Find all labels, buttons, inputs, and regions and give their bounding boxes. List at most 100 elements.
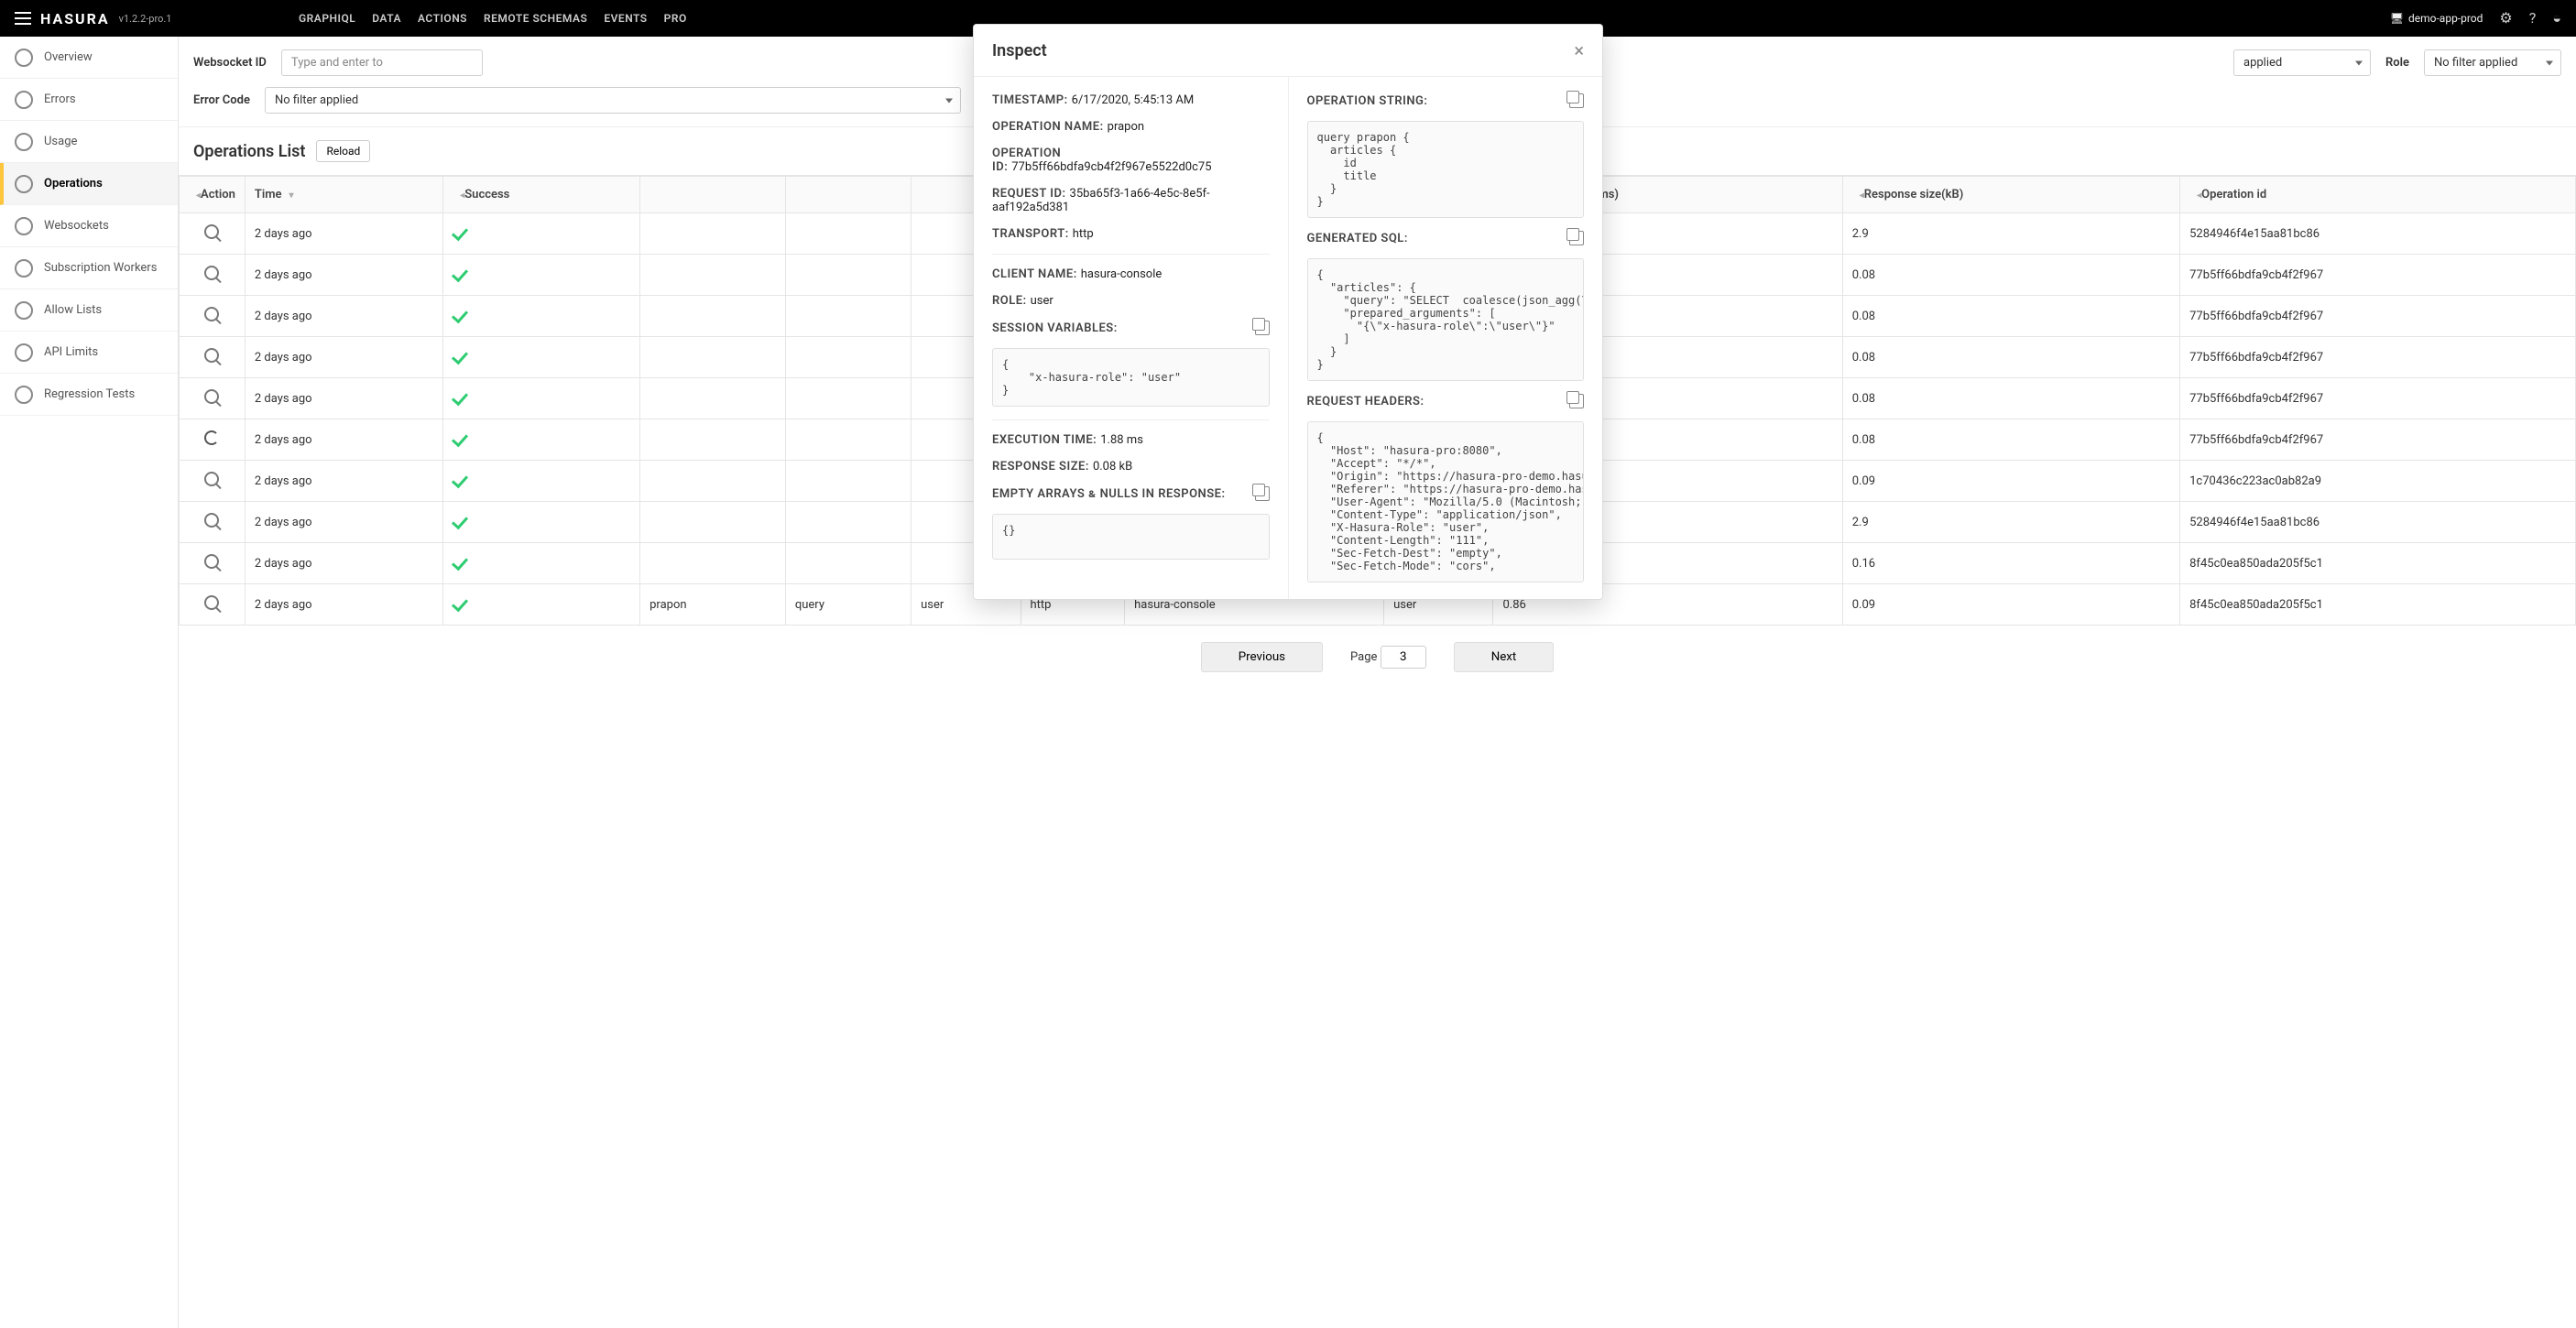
copy-icon[interactable] (1255, 321, 1270, 335)
sidebar-item-label: Overview (44, 50, 93, 64)
name-cell (640, 213, 786, 255)
column-header[interactable] (640, 177, 786, 213)
search-icon[interactable] (204, 472, 219, 486)
sidebar-item[interactable]: Regression Tests (0, 374, 178, 416)
modal-title: Inspect (992, 41, 1047, 60)
sidebar-item[interactable]: API Limits (0, 332, 178, 374)
close-icon[interactable]: × (1574, 39, 1584, 61)
search-icon[interactable] (204, 266, 219, 280)
column-header[interactable]: ◂Success (443, 177, 640, 213)
copy-icon[interactable] (1569, 394, 1584, 408)
error-code-label: Error Code (193, 93, 250, 107)
action-cell (180, 378, 246, 419)
type-cell (785, 255, 911, 296)
settings-icon[interactable]: ⚙ (2499, 11, 2512, 26)
copy-icon[interactable] (1569, 93, 1584, 108)
column-header[interactable] (785, 177, 911, 213)
sidebar-item[interactable]: Overview (0, 37, 178, 79)
time-cell: 2 days ago (245, 378, 442, 419)
topnav-item[interactable]: DATA (372, 12, 401, 25)
sidebar-item-label: Operations (44, 177, 103, 190)
column-header[interactable]: ◂Response size(kB) (1842, 177, 2179, 213)
error-code-select[interactable]: No filter applied (265, 87, 961, 114)
project-chip[interactable]: 🖥 demo-app-prod (2390, 12, 2483, 25)
column-header[interactable]: ◂Operation id (2180, 177, 2576, 213)
search-icon[interactable] (204, 348, 219, 363)
topnav-item[interactable]: REMOTE SCHEMAS (484, 12, 587, 25)
opid-cell: 77b5ff66bdfa9cb4f2f967 (2180, 337, 2576, 378)
time-cell: 2 days ago (245, 584, 442, 626)
resp-cell: 0.09 (1842, 584, 2179, 626)
success-icon (452, 347, 468, 365)
name-cell (640, 337, 786, 378)
session-vars-code: { "x-hasura-role": "user" } (992, 348, 1270, 407)
resp-cell: 2.9 (1842, 502, 2179, 543)
previous-button[interactable]: Previous (1201, 642, 1323, 672)
timestamp: TIMESTAMP:6/17/2020, 5:45:13 AM (992, 93, 1270, 107)
sql-code: { "articles": { "query": "SELECT coalesc… (1307, 258, 1585, 381)
name-cell: prapon (640, 584, 786, 626)
time-cell: 2 days ago (245, 213, 442, 255)
opid-cell: 77b5ff66bdfa9cb4f2f967 (2180, 419, 2576, 461)
filter-group1[interactable]: applied (2233, 49, 2371, 76)
search-icon[interactable] (204, 554, 219, 569)
action-cell (180, 296, 246, 337)
headers-label: REQUEST HEADERS: (1307, 395, 1424, 408)
copy-icon[interactable] (1255, 486, 1270, 501)
action-cell (180, 419, 246, 461)
topnav-item[interactable]: EVENTS (604, 12, 647, 25)
resp-cell: 0.09 (1842, 461, 2179, 502)
search-icon[interactable] (204, 307, 219, 321)
resp-cell: 0.16 (1842, 543, 2179, 584)
column-header[interactable]: ◂Action (180, 177, 246, 213)
topnav-item[interactable]: PRO (664, 12, 687, 25)
search-icon[interactable] (204, 595, 219, 610)
next-button[interactable]: Next (1454, 642, 1555, 672)
headers-code: { "Host": "hasura-pro:8080", "Accept": "… (1307, 421, 1585, 582)
type-cell (785, 378, 911, 419)
type-cell (785, 296, 911, 337)
type-cell (785, 337, 911, 378)
column-header[interactable]: Time▾ (245, 177, 442, 213)
search-icon[interactable] (204, 389, 219, 404)
page-input[interactable] (1381, 646, 1426, 669)
op-string-code: query prapon { articles { id title } } (1307, 121, 1585, 218)
sidebar-item[interactable]: Subscription Workers (0, 247, 178, 289)
type-cell (785, 419, 911, 461)
menu-icon[interactable] (15, 12, 31, 25)
sidebar-item-label: Allow Lists (44, 303, 102, 317)
time-cell: 2 days ago (245, 461, 442, 502)
copy-icon[interactable] (1569, 231, 1584, 245)
topnav-item[interactable]: GRAPHIQL (299, 12, 355, 25)
type-cell (785, 213, 911, 255)
search-icon[interactable] (204, 224, 219, 239)
search-icon[interactable] (204, 513, 219, 528)
empty-code: {} (992, 514, 1270, 560)
operation-name: OPERATION NAME:prapon (992, 120, 1270, 134)
sidebar-item[interactable]: Errors (0, 79, 178, 121)
success-icon (452, 553, 468, 571)
operations-list-title: Operations List (193, 142, 305, 161)
type-cell (785, 502, 911, 543)
topnav-item[interactable]: ACTIONS (418, 12, 467, 25)
page-label: Page (1350, 650, 1377, 664)
name-cell (640, 502, 786, 543)
sidebar-item[interactable]: Operations (0, 163, 178, 205)
success-icon (452, 223, 468, 241)
opid-cell: 8f45c0ea850ada205f5c1 (2180, 543, 2576, 584)
sidebar-item[interactable]: Allow Lists (0, 289, 178, 332)
action-cell (180, 502, 246, 543)
type-cell (785, 461, 911, 502)
success-cell (443, 296, 640, 337)
success-cell (443, 378, 640, 419)
resp-cell: 2.9 (1842, 213, 2179, 255)
role-filter-select[interactable]: No filter applied (2424, 49, 2561, 76)
sql-label: GENERATED SQL: (1307, 232, 1408, 245)
help-icon[interactable]: ? (2529, 11, 2537, 26)
time-cell: 2 days ago (245, 255, 442, 296)
reload-button[interactable]: Reload (316, 140, 370, 162)
sidebar-item[interactable]: Websockets (0, 205, 178, 247)
user-icon[interactable]: ◒ (2552, 11, 2561, 26)
websocket-id-input[interactable]: Type and enter to (281, 49, 483, 76)
sidebar-item[interactable]: Usage (0, 121, 178, 163)
